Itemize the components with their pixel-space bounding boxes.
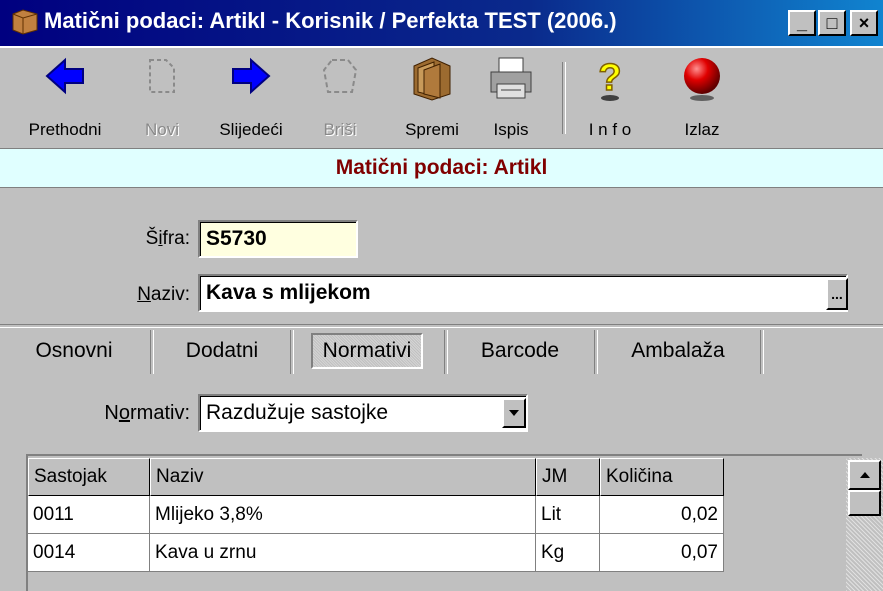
form-header: Matični podaci: Artikl (0, 148, 883, 188)
normativ-label: Normativ: (104, 402, 190, 424)
naziv-lookup-button[interactable]: ... (826, 278, 848, 310)
arrow-left-icon (45, 57, 84, 95)
next-label: Slijedeći (219, 120, 283, 139)
minimize-button[interactable]: _ (788, 10, 816, 36)
exit-ball-icon (684, 58, 720, 101)
print-label: Ispis (493, 120, 529, 139)
toolbar-separator (562, 62, 566, 134)
tab-ambalaza[interactable]: Ambalaža (600, 328, 756, 374)
tab-normativi[interactable]: Normativi (294, 328, 440, 374)
new-label: Novi (144, 120, 179, 139)
app-icon (12, 9, 38, 35)
table-cell-kolicina[interactable]: 0,07 (600, 534, 724, 572)
close-button[interactable]: × (850, 10, 878, 36)
table-cell-naziv[interactable]: Mlijeko 3,8% (150, 496, 536, 534)
svg-text:?: ? (598, 57, 621, 99)
normativ-dropdown-button[interactable] (502, 398, 526, 428)
folders-icon (413, 57, 451, 101)
tab-dodatni[interactable]: Dodatni (156, 328, 288, 374)
table-cell-kolicina[interactable]: 0,02 (600, 496, 724, 534)
prev-button[interactable]: Prethodni (0, 54, 130, 144)
naziv-field[interactable]: Kava s mlijekom (198, 274, 848, 312)
tab-osnovni[interactable]: Osnovni (4, 328, 144, 374)
table-cell-sastojak[interactable]: 0011 (28, 496, 150, 534)
scroll-up-button[interactable] (848, 460, 881, 490)
column-header-kolicina[interactable]: Količina (600, 458, 724, 496)
ingredients-grid: Sastojak Naziv JM Količina 0011 Mlijeko … (26, 454, 862, 591)
question-icon: ? (598, 56, 622, 101)
prev-label: Prethodni (28, 120, 102, 139)
normativ-select[interactable]: Razdužuje sastojke (198, 394, 528, 432)
chevron-down-icon (509, 410, 519, 416)
table-cell-jm[interactable]: Lit (536, 496, 600, 534)
table-cell-naziv[interactable]: Kava u zrnu (150, 534, 536, 572)
save-button[interactable]: Spremi (392, 54, 472, 144)
table-cell-jm[interactable]: Kg (536, 534, 600, 572)
column-header-sastojak[interactable]: Sastojak (28, 458, 150, 496)
maximize-button[interactable]: □ (818, 10, 846, 36)
scroll-thumb[interactable] (848, 490, 881, 516)
tab-separator (150, 330, 154, 374)
window-title: Matični podaci: Artikl - Korisnik / Perf… (44, 8, 617, 33)
naziv-label: Naziv: (137, 284, 190, 305)
printer-icon (490, 57, 532, 99)
info-button[interactable]: ? I n f o (568, 54, 652, 144)
delete-icon (322, 59, 358, 93)
new-document-icon (149, 59, 175, 93)
column-header-jm[interactable]: JM (536, 458, 600, 496)
info-label: I n f o (588, 120, 632, 139)
arrow-right-icon (232, 57, 271, 95)
exit-button[interactable]: Izlaz (664, 54, 740, 144)
delete-label: Briši (323, 120, 357, 139)
toolbar: Prethodni Novi Slijedeći Briši Spremi Is… (0, 46, 883, 148)
table-cell-sastojak[interactable]: 0014 (28, 534, 150, 572)
next-button[interactable]: Slijedeći (206, 54, 296, 144)
new-button[interactable]: Novi (132, 54, 192, 144)
title-bar[interactable]: Matični podaci: Artikl - Korisnik / Perf… (0, 0, 883, 46)
grid-scrollbar[interactable] (846, 458, 883, 591)
sifra-label: Šifra: (145, 228, 190, 249)
print-button[interactable]: Ispis (478, 54, 544, 144)
column-header-naziv[interactable]: Naziv (150, 458, 536, 496)
sifra-field[interactable]: S5730 (198, 220, 358, 258)
exit-label: Izlaz (684, 120, 720, 139)
chevron-up-icon (859, 472, 870, 478)
delete-button[interactable]: Briši (310, 54, 370, 144)
tab-separator (594, 330, 598, 374)
tab-separator (760, 330, 764, 374)
tab-separator (444, 330, 448, 374)
save-label: Spremi (405, 120, 459, 139)
tab-barcode[interactable]: Barcode (450, 328, 590, 374)
